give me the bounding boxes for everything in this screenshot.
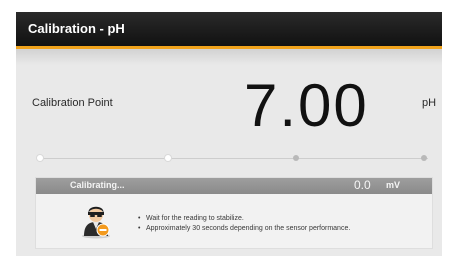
calibration-point-unit: pH: [422, 97, 437, 109]
technician-busy-icon: [82, 206, 110, 239]
status-text: Calibrating...: [70, 180, 125, 190]
calibration-step-3: [293, 155, 299, 161]
mv-unit: mV: [386, 180, 401, 190]
status-bar: Calibrating... 0.0 mV: [36, 178, 432, 194]
instructions-list: Wait for the reading to stabilize. Appro…: [138, 214, 350, 234]
calibration-point-label: Calibration Point: [32, 97, 113, 109]
status-panel: Calibrating... 0.0 mV Wait for the readi…: [36, 178, 432, 248]
mv-reading: 0.0: [354, 178, 371, 192]
calibration-progress-track: [40, 158, 428, 159]
calibration-step-4: [421, 155, 427, 161]
instruction-item: Wait for the reading to stabilize.: [138, 214, 350, 224]
calibration-window: Calibration - pH Calibration Point 7.00 …: [16, 12, 442, 256]
calibration-step-1: [37, 155, 43, 161]
window-title: Calibration - pH: [28, 21, 125, 36]
instruction-item: Approximately 30 seconds depending on th…: [138, 224, 350, 234]
title-bar: Calibration - pH: [16, 12, 442, 46]
calibration-step-2: [165, 155, 171, 161]
calibration-point-value: 7.00: [244, 72, 369, 139]
header-shade: [16, 49, 442, 65]
